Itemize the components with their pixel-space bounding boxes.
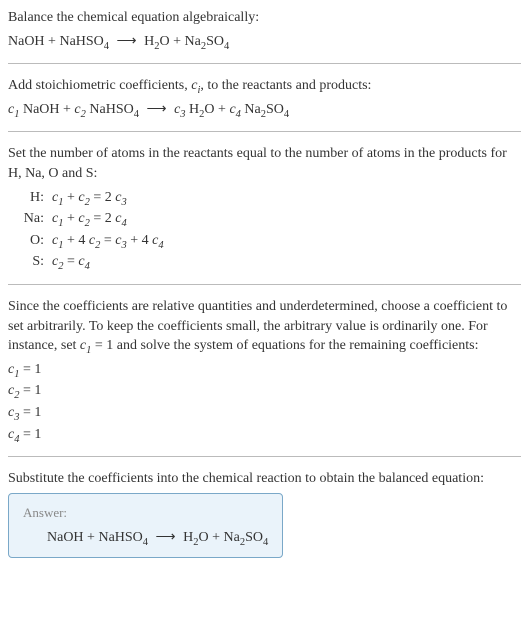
atom-row: S: c2 = c4	[16, 252, 521, 272]
divider	[8, 284, 521, 285]
species-nahso4: NaHSO4	[59, 34, 109, 49]
species-h2o: H2O	[144, 34, 170, 49]
answer-label: Answer:	[23, 504, 268, 522]
intro-section: Balance the chemical equation algebraica…	[8, 8, 521, 51]
divider	[8, 131, 521, 132]
divider	[8, 456, 521, 457]
answer-equation: NaOH + NaHSO4 ⟶ H2O + Na2SO4	[47, 528, 268, 548]
atom-row: O: c1 + 4 c2 = c3 + 4 c4	[16, 231, 521, 251]
coeff-value: c4 = 1	[8, 425, 521, 445]
plus: +	[170, 34, 185, 49]
atom-table: H: c1 + c2 = 2 c3 Na: c1 + c2 = 2 c4 O: …	[16, 188, 521, 272]
atom-label: O:	[16, 231, 44, 251]
arrow-icon: ⟶	[146, 100, 166, 120]
arrow-icon: ⟶	[117, 32, 137, 52]
coeff-list: c1 = 1 c2 = 1 c3 = 1 c4 = 1	[8, 360, 521, 444]
plain-equation: NaOH + NaHSO4 ⟶ H2O + Na2SO4	[8, 32, 521, 52]
stoich-text: Add stoichiometric coefficients, ci, to …	[8, 76, 521, 96]
coeff-equation: c1 NaOH + c2 NaHSO4 ⟶ c3 H2O + c4 Na2SO4	[8, 100, 521, 120]
atom-label: H:	[16, 188, 44, 208]
atoms-section: Set the number of atoms in the reactants…	[8, 144, 521, 272]
plus: +	[45, 34, 60, 49]
choose-section: Since the coefficients are relative quan…	[8, 297, 521, 444]
atom-equation: c1 + 4 c2 = c3 + 4 c4	[52, 231, 164, 251]
subst-text: Substitute the coefficients into the che…	[8, 469, 521, 489]
atoms-text: Set the number of atoms in the reactants…	[8, 144, 521, 183]
coeff-value: c3 = 1	[8, 403, 521, 423]
choose-text: Since the coefficients are relative quan…	[8, 297, 521, 356]
divider	[8, 63, 521, 64]
intro-text: Balance the chemical equation algebraica…	[8, 8, 521, 28]
atom-equation: c1 + c2 = 2 c4	[52, 209, 127, 229]
species-naoh: NaOH	[8, 34, 45, 49]
stoich-section: Add stoichiometric coefficients, ci, to …	[8, 76, 521, 119]
atom-row: Na: c1 + c2 = 2 c4	[16, 209, 521, 229]
coeff-value: c2 = 1	[8, 381, 521, 401]
atom-label: S:	[16, 252, 44, 272]
atom-row: H: c1 + c2 = 2 c3	[16, 188, 521, 208]
subst-section: Substitute the coefficients into the che…	[8, 469, 521, 558]
answer-box: Answer: NaOH + NaHSO4 ⟶ H2O + Na2SO4	[8, 493, 283, 559]
arrow-icon: ⟶	[156, 528, 176, 548]
atom-equation: c2 = c4	[52, 252, 90, 272]
coeff-value: c1 = 1	[8, 360, 521, 380]
atom-equation: c1 + c2 = 2 c3	[52, 188, 127, 208]
atom-label: Na:	[16, 209, 44, 229]
species-na2so4: Na2SO4	[185, 34, 230, 49]
